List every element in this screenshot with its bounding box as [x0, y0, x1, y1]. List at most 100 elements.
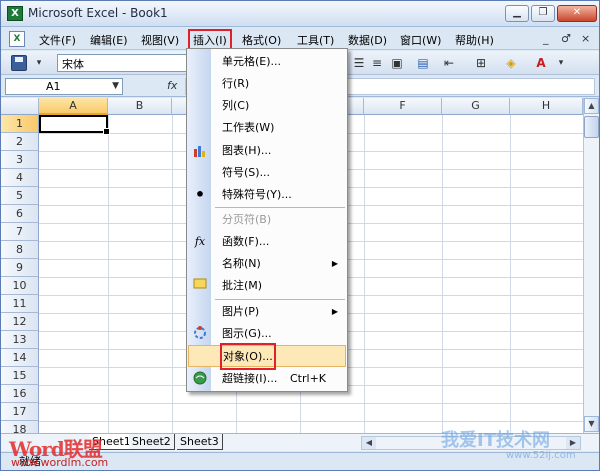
menu-item-diagram[interactable]: 图示(G)...	[188, 323, 346, 345]
menu-separator	[215, 299, 345, 300]
menu-item-function[interactable]: fx 函数(F)...	[188, 231, 346, 253]
currency-icon[interactable]: ▤	[415, 55, 431, 71]
insert-menu-dropdown: 单元格(E)... 行(R) 列(C) 工作表(W) 图表(H)... 符号(S…	[186, 48, 348, 392]
minimize-button[interactable]: ▁	[505, 5, 529, 22]
menu-view[interactable]: 视图(V)	[141, 32, 179, 48]
name-box-dropdown-icon[interactable]: ▼	[112, 79, 119, 94]
save-icon[interactable]	[11, 55, 27, 71]
window-title: Microsoft Excel - Book1	[28, 6, 168, 20]
row-header-12[interactable]: 12	[1, 313, 39, 331]
menu-item-chart[interactable]: 图表(H)...	[188, 140, 346, 162]
menu-item-shortcut: Ctrl+K	[290, 372, 327, 385]
menu-item-label: 分页符(B)	[222, 213, 272, 226]
excel-doc-icon[interactable]: X	[9, 31, 25, 47]
menu-insert[interactable]: 插入(I)	[188, 29, 232, 51]
column-header-g[interactable]: G	[442, 98, 510, 115]
comment-icon	[192, 278, 208, 294]
indent-icon[interactable]: ⇤	[441, 55, 457, 71]
font-color-dropdown-icon[interactable]: ▾	[553, 55, 569, 71]
menu-item-name[interactable]: 名称(N) ▶	[188, 253, 346, 275]
menu-help[interactable]: 帮助(H)	[455, 32, 494, 48]
select-all-corner[interactable]	[1, 98, 39, 115]
align-center-icon[interactable]: ☰	[351, 55, 367, 71]
row-header-11[interactable]: 11	[1, 295, 39, 313]
hyperlink-icon	[192, 371, 208, 387]
row-header-18[interactable]: 18	[1, 421, 39, 433]
scroll-right-icon[interactable]: ▶	[566, 437, 580, 449]
fx-icon[interactable]: fx	[167, 79, 177, 92]
menu-window[interactable]: 窗口(W)	[400, 32, 441, 48]
menu-item-row[interactable]: 行(R)	[188, 73, 346, 95]
menu-item-label: 图示(G)...	[222, 327, 272, 340]
menu-tools[interactable]: 工具(T)	[297, 32, 334, 48]
scroll-left-icon[interactable]: ◀	[362, 437, 376, 449]
row-header-9[interactable]: 9	[1, 259, 39, 277]
title-bar: X Microsoft Excel - Book1 ▁ ❐ ✕	[1, 1, 599, 27]
menu-data[interactable]: 数据(D)	[348, 32, 387, 48]
tab-sheet2[interactable]: Sheet2	[129, 434, 175, 450]
column-header-b[interactable]: B	[108, 98, 172, 115]
doc-minimize-icon[interactable]: _	[543, 32, 549, 45]
menu-edit[interactable]: 编辑(E)	[90, 32, 128, 48]
row-header-16[interactable]: 16	[1, 385, 39, 403]
menu-item-label: 函数(F)...	[222, 235, 270, 248]
active-cell-a1[interactable]	[39, 115, 110, 135]
menu-item-label: 单元格(E)...	[222, 55, 282, 68]
doc-close-icon[interactable]: ×	[581, 32, 590, 45]
menu-format[interactable]: 格式(O)	[242, 32, 281, 48]
close-icon: ✕	[572, 7, 582, 18]
menu-item-special-symbol[interactable]: • 特殊符号(Y)...	[188, 184, 346, 206]
close-button[interactable]: ✕	[557, 5, 597, 22]
row-header-14[interactable]: 14	[1, 349, 39, 367]
column-header-a[interactable]: A	[39, 98, 108, 115]
menu-item-object[interactable]: 对象(O)...	[188, 343, 346, 370]
row-header-2[interactable]: 2	[1, 133, 39, 151]
menu-item-picture[interactable]: 图片(P) ▶	[188, 301, 346, 323]
row-header-7[interactable]: 7	[1, 223, 39, 241]
excel-window: X Microsoft Excel - Book1 ▁ ❐ ✕ X 文件(F) …	[0, 0, 600, 471]
column-header-f[interactable]: F	[364, 98, 442, 115]
menu-item-comment[interactable]: 批注(M)	[188, 275, 346, 297]
menu-file[interactable]: 文件(F)	[39, 32, 76, 48]
row-header-6[interactable]: 6	[1, 205, 39, 223]
scroll-thumb[interactable]	[584, 116, 599, 138]
row-header-15[interactable]: 15	[1, 367, 39, 385]
merge-center-icon[interactable]: ▣	[389, 55, 405, 71]
menu-item-label: 符号(S)...	[222, 166, 271, 179]
font-name-input[interactable]: 宋体	[57, 54, 187, 72]
row-header-5[interactable]: 5	[1, 187, 39, 205]
font-color-icon[interactable]: A	[533, 55, 549, 71]
function-icon: fx	[194, 235, 206, 248]
row-header-4[interactable]: 4	[1, 169, 39, 187]
column-header-h[interactable]: H	[510, 98, 583, 115]
menu-item-symbol[interactable]: 符号(S)...	[188, 162, 346, 184]
dropdown-arrow-icon[interactable]: ▾	[31, 55, 47, 71]
scroll-up-icon[interactable]: ▲	[584, 98, 599, 114]
menu-item-column[interactable]: 列(C)	[188, 95, 346, 117]
vertical-scrollbar[interactable]: ▲ ▼	[583, 98, 599, 433]
borders-icon[interactable]: ⊞	[473, 55, 489, 71]
align-right-icon[interactable]: ≡	[369, 55, 385, 71]
row-header-8[interactable]: 8	[1, 241, 39, 259]
menu-item-label: 图片(P)	[222, 305, 260, 318]
row-header-17[interactable]: 17	[1, 403, 39, 421]
name-box[interactable]: A1 ▼	[5, 78, 123, 95]
row-header-3[interactable]: 3	[1, 151, 39, 169]
restore-button[interactable]: ❐	[531, 5, 555, 22]
menu-item-worksheet[interactable]: 工作表(W)	[188, 117, 346, 139]
row-header-10[interactable]: 10	[1, 277, 39, 295]
fill-color-icon[interactable]: ◈	[503, 55, 519, 71]
tab-sheet3[interactable]: Sheet3	[177, 434, 223, 450]
row-header-1[interactable]: 1	[1, 115, 39, 133]
restore-icon: ❐	[538, 7, 548, 18]
submenu-arrow-icon: ▶	[331, 307, 338, 316]
watermark-logo-right: 我爱IT技术网	[441, 430, 550, 451]
submenu-arrow-icon: ▶	[331, 259, 338, 268]
doc-restore-icon[interactable]: ♂	[561, 32, 571, 45]
menu-item-cells[interactable]: 单元格(E)...	[188, 51, 346, 73]
scroll-down-icon[interactable]: ▼	[584, 416, 599, 432]
row-header-13[interactable]: 13	[1, 331, 39, 349]
menu-item-hyperlink[interactable]: 超链接(I)... Ctrl+K	[188, 368, 346, 390]
watermark-url-left: www.wordlm.com	[11, 456, 109, 469]
menu-item-label: 列(C)	[222, 99, 250, 112]
